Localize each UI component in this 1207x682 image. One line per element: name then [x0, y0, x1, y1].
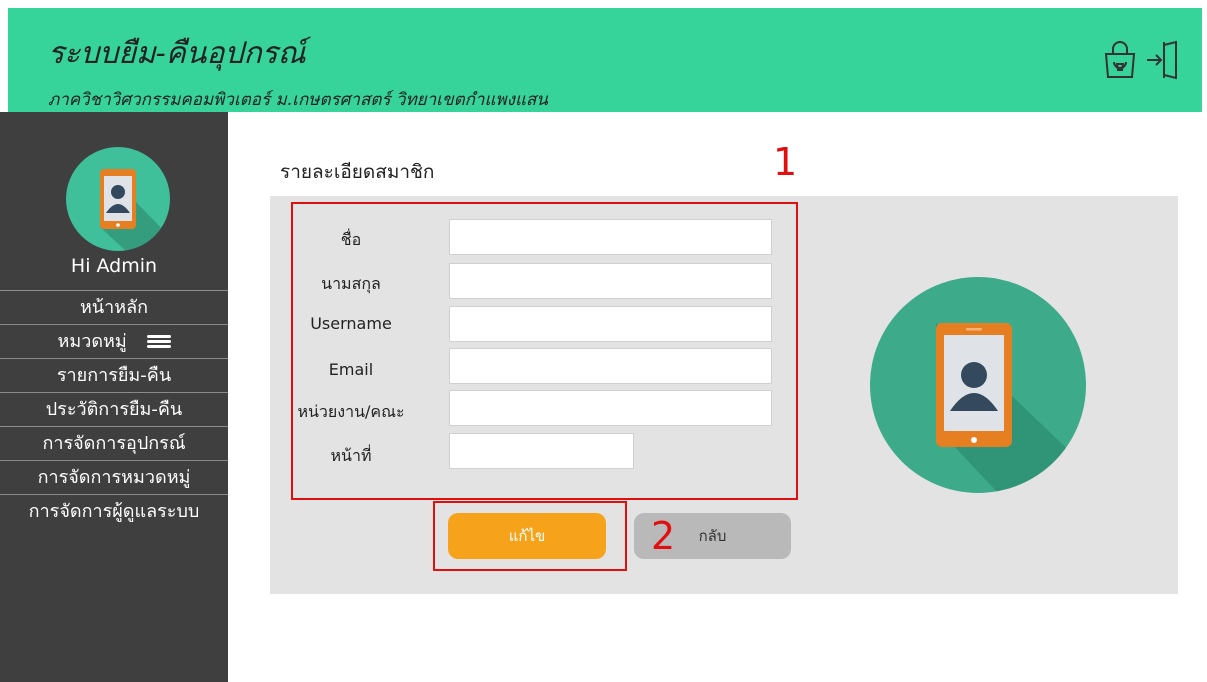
- device-illustration: [870, 277, 1086, 493]
- hamburger-menu-icon[interactable]: [146, 335, 171, 349]
- page-title: รายละเอียดสมาชิก: [280, 161, 435, 183]
- nav-home[interactable]: หน้าหลัก: [0, 290, 228, 324]
- admin-avatar: [66, 147, 170, 251]
- shopping-bag-icon[interactable]: [1100, 40, 1140, 80]
- app-header: ระบบยืม-คืนอุปกรณ์ ภาควิชาวิศวกรรมคอมพิว…: [8, 8, 1202, 112]
- app-subtitle: ภาควิชาวิศวกรรมคอมพิวเตอร์ ม.เกษตรศาสตร์…: [48, 90, 548, 110]
- sidebar: Hi Admin หน้าหลัก หมวดหมู่ รายการยืม-คืน…: [0, 112, 228, 682]
- nav-borrow-return-list[interactable]: รายการยืม-คืน: [0, 358, 228, 392]
- nav-categories[interactable]: หมวดหมู่: [0, 324, 228, 358]
- annotation-number-1: 1: [773, 140, 798, 184]
- nav-category-management[interactable]: การจัดการหมวดหมู่: [0, 460, 228, 494]
- annotation-box-2: [433, 501, 627, 571]
- annotation-number-2: 2: [651, 514, 676, 558]
- annotation-box-1: [291, 202, 798, 500]
- logout-icon[interactable]: [1144, 40, 1184, 80]
- nav-equipment-management[interactable]: การจัดการอุปกรณ์: [0, 426, 228, 460]
- nav-borrow-history[interactable]: ประวัติการยืม-คืน: [0, 392, 228, 426]
- nav-categories-label: หมวดหมู่: [57, 331, 127, 352]
- greeting-text: Hi Admin: [70, 255, 158, 277]
- nav-admin-management[interactable]: การจัดการผู้ดูแลระบบ: [0, 494, 228, 528]
- app-title: ระบบยืม-คืนอุปกรณ์: [48, 36, 306, 71]
